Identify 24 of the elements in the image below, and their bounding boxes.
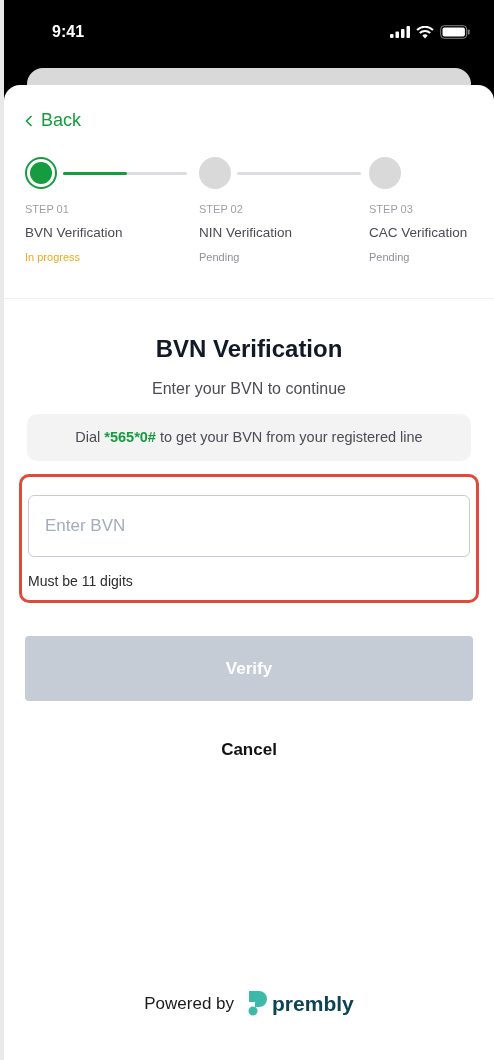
brand-name: prembly — [272, 990, 354, 1017]
step-title: CAC Verification — [369, 223, 469, 242]
step-number: STEP 02 — [199, 202, 244, 217]
powered-by-text: Powered by — [144, 992, 235, 1015]
page-heading: BVN Verification — [154, 334, 344, 365]
chevron-left-icon — [25, 114, 33, 127]
back-link[interactable]: Back — [25, 107, 82, 134]
cancel-button[interactable]: Cancel — [221, 737, 277, 763]
status-time: 9:41 — [52, 22, 85, 42]
step-number: STEP 03 — [369, 202, 414, 217]
hint-text: Dial *565*0# to get your BVN from your registered line — [75, 427, 423, 447]
battery-icon — [440, 25, 470, 39]
subtitle-text: Enter your BVN to continue — [151, 379, 347, 400]
signal-icon — [390, 26, 410, 38]
wifi-icon — [416, 25, 434, 39]
step-title: BVN Verification — [25, 223, 124, 242]
helper-text: Must be 11 digits — [28, 572, 134, 592]
step-status: Pending — [369, 249, 411, 265]
logo-icon — [248, 990, 269, 1017]
step-title: NIN Verification — [199, 223, 294, 242]
step-status: In progress — [25, 249, 82, 265]
step-status: Pending — [199, 249, 241, 265]
step-number: STEP 01 — [25, 202, 70, 217]
bvn-input-field[interactable]: Enter BVN — [28, 495, 470, 558]
